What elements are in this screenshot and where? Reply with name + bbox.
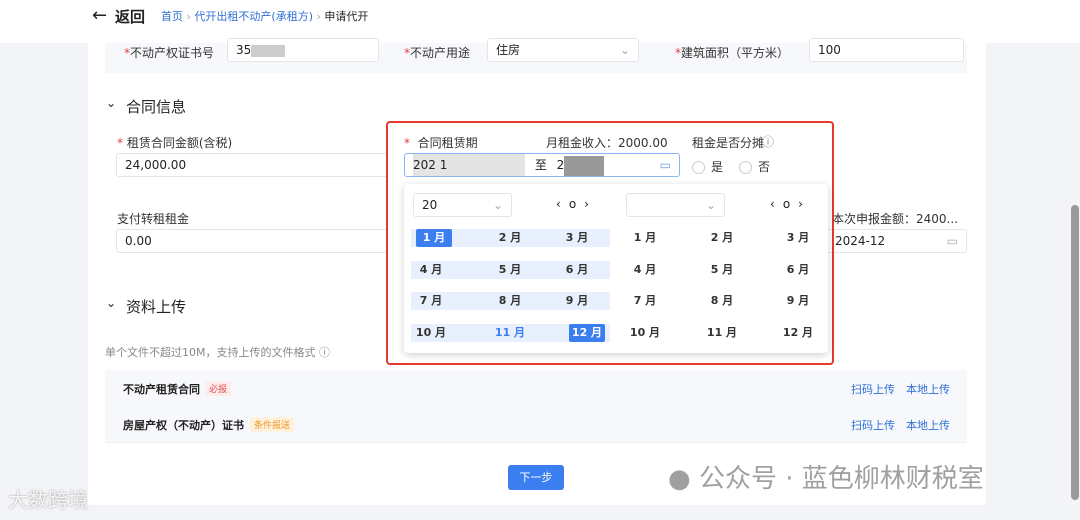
upload-row: 不动产租赁合同 必报 扫码上传 本地上传	[105, 370, 967, 407]
amount-label: 租赁合同金额(含税)	[126, 136, 233, 150]
back-arrow-icon[interactable]: ←	[92, 5, 107, 26]
month-cell[interactable]: 5 月	[690, 261, 754, 279]
scan-upload-link[interactable]: 扫码上传	[851, 417, 895, 433]
month-cell[interactable]: 3 月	[766, 229, 830, 247]
wechat-icon: ●	[668, 464, 691, 494]
month-cell[interactable]: 12 月	[569, 324, 605, 342]
today-icon: o	[568, 197, 585, 211]
local-upload-link[interactable]: 本地上传	[906, 381, 950, 397]
declare-month-input[interactable]: 2024-12 ▭	[826, 229, 967, 253]
scan-upload-link[interactable]: 扫码上传	[851, 381, 895, 397]
month-cell[interactable]: 10 月	[613, 324, 677, 342]
cert-input[interactable]: 35	[227, 38, 379, 62]
cert-label: 不动产权证书号	[130, 46, 215, 60]
collapse-chevron-icon[interactable]: ⌄	[106, 96, 116, 110]
conditional-badge: 条件报送	[250, 417, 295, 432]
top-bar: ← 返回 首页 › 代开出租不动产(承租方) › 申请代开	[0, 0, 1080, 43]
month-cell[interactable]: 3 月	[545, 229, 609, 247]
right-nav[interactable]: ‹o›	[770, 197, 811, 211]
upload-hint: 单个文件不超过10M，支持上传的文件格式 ⓘ	[105, 346, 330, 359]
month-cell[interactable]: 9 月	[545, 292, 609, 310]
contract-section-title: 合同信息	[126, 98, 187, 116]
back-button[interactable]: 返回	[115, 6, 145, 27]
calendar-icon: ▭	[946, 234, 958, 248]
next-icon: ›	[584, 197, 597, 211]
month-range-picker: 20 ⌄ ‹o› ⌄ ‹o› 1 月2 月3 月4 月5 月6 月7 月8 月9 …	[404, 184, 828, 353]
month-cell[interactable]: 6 月	[766, 261, 830, 279]
month-cell[interactable]: 2 月	[478, 229, 542, 247]
month-cell[interactable]: 11 月	[478, 324, 542, 342]
breadcrumb-service[interactable]: 代开出租不动产(承租方)	[194, 10, 313, 23]
right-year-select[interactable]: ⌄	[626, 193, 725, 217]
watermark-left: 大数跨境	[8, 488, 88, 512]
left-nav[interactable]: ‹o›	[556, 197, 597, 211]
area-label: 建筑面积（平方米）	[681, 46, 790, 60]
left-year-select[interactable]: 20 ⌄	[413, 193, 512, 217]
declare-label: 本次申报金额：2400...	[832, 212, 958, 226]
month-cell[interactable]: 9 月	[766, 292, 830, 310]
breadcrumb-current: 申请代开	[324, 10, 369, 23]
month-cell[interactable]: 4 月	[613, 261, 677, 279]
month-cell[interactable]: 7 月	[613, 292, 677, 310]
month-cell[interactable]: 7 月	[411, 292, 451, 310]
month-cell[interactable]: 11 月	[690, 324, 754, 342]
required-badge: 必报	[205, 381, 232, 396]
scrollbar-thumb[interactable]	[1071, 205, 1079, 500]
month-cell[interactable]: 10 月	[411, 324, 451, 342]
month-cell[interactable]: 12 月	[766, 324, 830, 342]
use-select[interactable]: 住房 ⌄	[487, 38, 639, 62]
next-step-button[interactable]: 下一步	[508, 465, 564, 490]
month-cell[interactable]: 6 月	[545, 261, 609, 279]
month-cell[interactable]: 2 月	[690, 229, 754, 247]
month-cell[interactable]: 8 月	[690, 292, 754, 310]
upload-section-title: 资料上传	[126, 298, 187, 316]
use-label: 不动产用途	[410, 46, 471, 60]
collapse-chevron-icon[interactable]: ⌄	[106, 296, 116, 310]
prev-icon: ‹	[556, 197, 569, 211]
month-cell[interactable]: 1 月	[416, 229, 452, 247]
area-input[interactable]: 100	[809, 38, 964, 62]
chevron-down-icon: ⌄	[619, 43, 630, 57]
upload-row: 房屋产权（不动产）证书 条件报送 扫码上传 本地上传	[105, 406, 967, 443]
sublet-label: 支付转租租金	[117, 212, 190, 226]
sublet-input[interactable]: 0.00	[116, 229, 388, 253]
month-cell[interactable]: 1 月	[613, 229, 677, 247]
month-cell[interactable]: 4 月	[411, 261, 451, 279]
breadcrumb-home[interactable]: 首页	[161, 10, 183, 23]
breadcrumb: 首页 › 代开出租不动产(承租方) › 申请代开	[161, 10, 369, 23]
amount-input[interactable]: 24,000.00	[116, 153, 388, 177]
month-cell[interactable]: 5 月	[478, 261, 542, 279]
local-upload-link[interactable]: 本地上传	[906, 417, 950, 433]
watermark-right: ● 公众号 · 蓝色柳林财税室	[668, 464, 984, 494]
month-cell[interactable]: 8 月	[478, 292, 542, 310]
